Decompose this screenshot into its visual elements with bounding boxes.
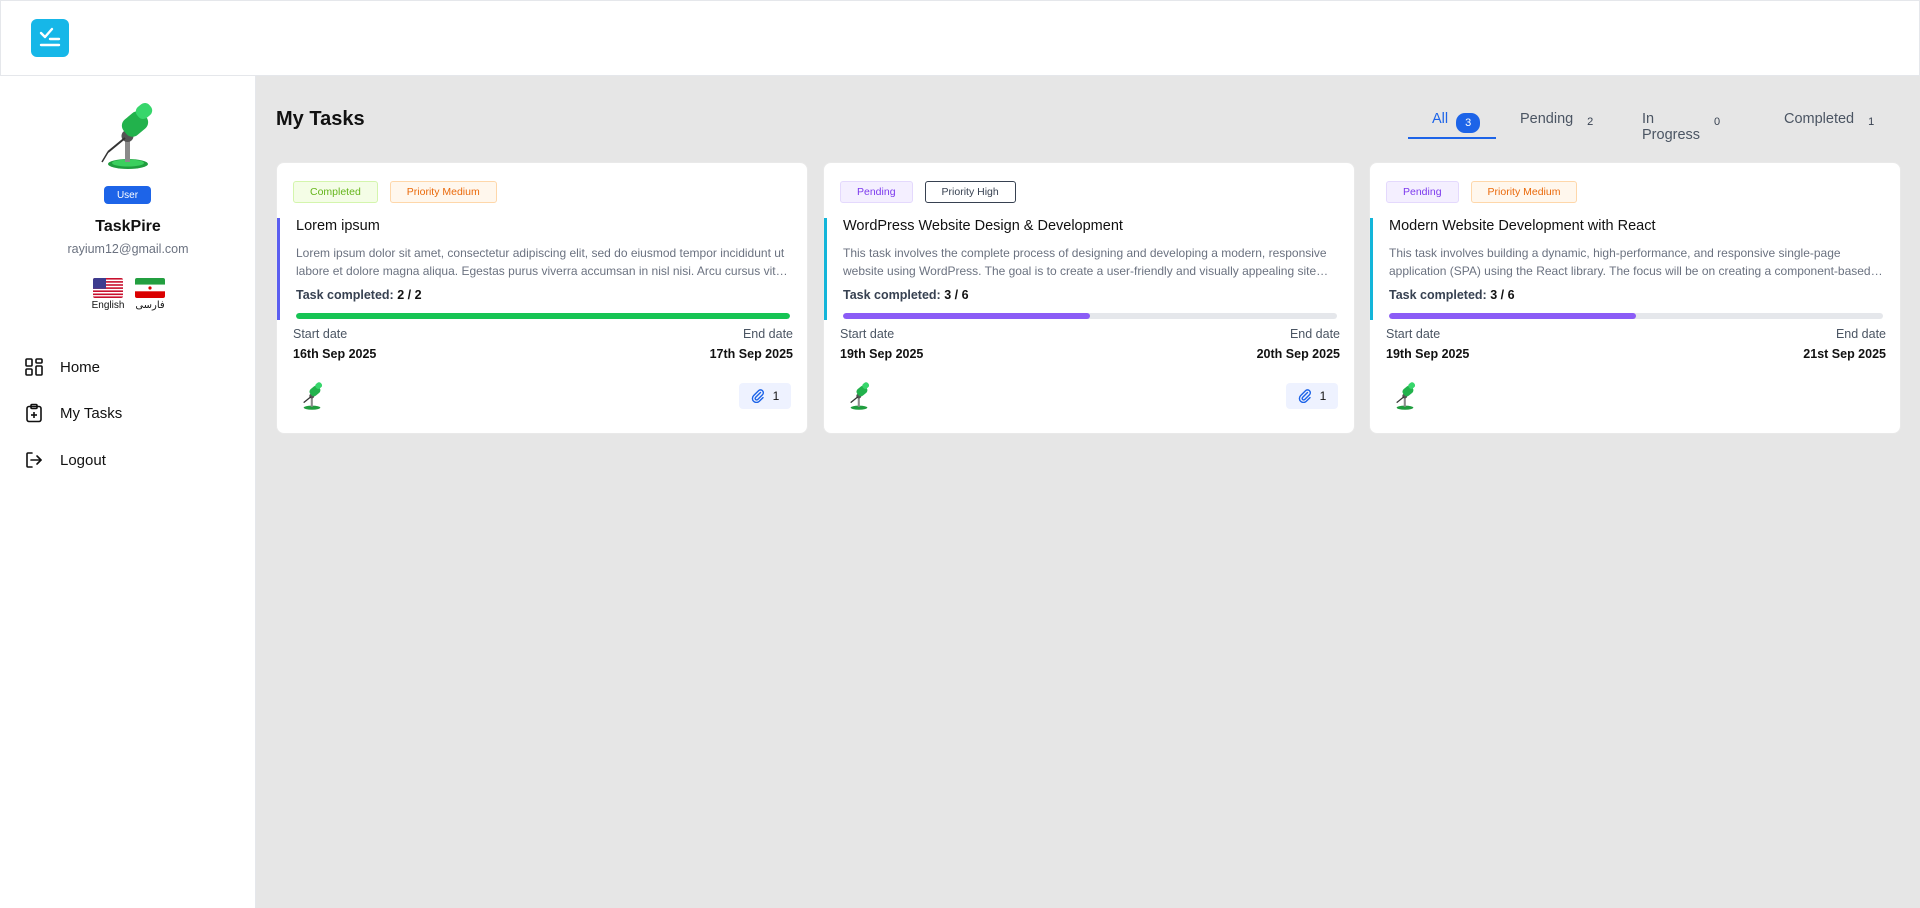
role-badge: User <box>104 186 151 204</box>
start-date-label: Start date <box>840 327 895 341</box>
attachment-count: 1 <box>772 389 780 403</box>
status-badge: Pending <box>840 181 913 203</box>
assignee-avatar[interactable] <box>844 381 874 411</box>
assignee-avatar[interactable] <box>1390 381 1420 411</box>
tab-count: 2 <box>1587 116 1594 128</box>
end-date: 17th Sep 2025 <box>709 347 793 361</box>
user-name: TaskPire <box>95 218 161 235</box>
end-date-label: End date <box>742 327 793 341</box>
priority-badge: Priority Medium <box>389 181 497 203</box>
tab-completed[interactable]: Completed 1 <box>1784 104 1880 140</box>
sidebar-item-label: Logout <box>60 451 106 469</box>
top-bar <box>0 0 1920 76</box>
language-english[interactable]: English <box>90 278 126 311</box>
language-farsi[interactable]: فارسی <box>132 278 168 311</box>
iran-flag-icon <box>135 278 165 298</box>
task-progress-label: Task completed: <box>296 288 394 302</box>
tab-label: All <box>1432 111 1449 127</box>
task-progress-value: 3 / 6 <box>944 288 969 302</box>
task-description-text: Lorem ipsum dolor sit amet, consectetur … <box>296 246 789 278</box>
language-label: English <box>91 300 125 311</box>
assignee-avatar[interactable] <box>297 381 327 411</box>
attachment-count: 1 <box>1319 389 1327 403</box>
sidebar-item-label: My Tasks <box>60 404 123 422</box>
task-progress-value: 3 / 6 <box>1490 288 1515 302</box>
attachment-button[interactable]: 1 <box>739 383 791 409</box>
tab-label: In Progress <box>1642 111 1701 143</box>
task-progress-value: 2 / 2 <box>397 288 422 302</box>
sidebar: User TaskPire rayium12@gmail.com English <box>0 76 256 908</box>
card-accent-bar <box>277 218 280 320</box>
task-progress-text: Task completed: 3 / 6 <box>843 288 969 302</box>
us-flag-icon <box>93 278 123 298</box>
progress-fill <box>296 313 790 319</box>
dashboard-icon <box>24 357 44 377</box>
tab-label: Completed <box>1784 111 1855 127</box>
task-card[interactable]: Pending Priority Medium Modern Website D… <box>1369 162 1901 434</box>
end-date-label: End date <box>1289 327 1340 341</box>
start-date: 16th Sep 2025 <box>293 347 377 361</box>
progress-fill <box>843 313 1090 319</box>
task-description: This task involves building a dynamic, h… <box>1389 244 1885 280</box>
start-date-label: Start date <box>293 327 348 341</box>
priority-badge: Priority Medium <box>1470 181 1578 203</box>
progress-bar <box>843 313 1337 319</box>
task-title[interactable]: WordPress Website Design & Development <box>843 218 1123 234</box>
tab-count: 0 <box>1713 116 1721 128</box>
task-description: Lorem ipsum dolor sit amet, consectetur … <box>296 244 792 280</box>
progress-bar <box>1389 313 1883 319</box>
language-switcher: English فارسی <box>90 278 170 314</box>
tab-all[interactable]: All 3 <box>1432 104 1481 140</box>
end-date-label: End date <box>1835 327 1886 341</box>
task-title[interactable]: Lorem ipsum <box>296 218 380 234</box>
paperclip-icon <box>1298 389 1311 403</box>
task-progress-text: Task completed: 3 / 6 <box>1389 288 1515 302</box>
progress-fill <box>1389 313 1636 319</box>
task-description: This task involves the complete process … <box>843 244 1339 280</box>
progress-bar <box>296 313 790 319</box>
paperclip-icon <box>751 389 764 403</box>
language-label: فارسی <box>135 300 165 311</box>
page-title: My Tasks <box>276 108 365 130</box>
logout-icon <box>24 450 44 470</box>
task-progress-text: Task completed: 2 / 2 <box>296 288 422 302</box>
end-date: 21st Sep 2025 <box>1803 347 1886 361</box>
sidebar-item-my-tasks[interactable]: My Tasks <box>24 400 122 426</box>
end-date: 20th Sep 2025 <box>1256 347 1340 361</box>
clipboard-plus-icon <box>24 403 44 423</box>
status-badge: Completed <box>293 181 378 203</box>
start-date: 19th Sep 2025 <box>840 347 924 361</box>
task-description-text: This task involves building a dynamic, h… <box>1389 246 1871 278</box>
status-badge: Pending <box>1386 181 1459 203</box>
task-card[interactable]: Pending Priority High WordPress Website … <box>823 162 1355 434</box>
active-tab-indicator <box>1408 137 1496 139</box>
user-email: rayium12@gmail.com <box>67 242 189 256</box>
task-card[interactable]: Completed Priority Medium Lorem ipsum Lo… <box>276 162 808 434</box>
task-progress-label: Task completed: <box>843 288 941 302</box>
avatar[interactable] <box>92 100 164 172</box>
tab-pending[interactable]: Pending 2 <box>1520 104 1599 140</box>
sidebar-item-label: Home <box>60 358 101 376</box>
card-accent-bar <box>824 218 827 320</box>
start-date: 19th Sep 2025 <box>1386 347 1470 361</box>
attachment-button[interactable]: 1 <box>1286 383 1338 409</box>
task-title[interactable]: Modern Website Development with React <box>1389 218 1656 234</box>
sidebar-item-logout[interactable]: Logout <box>24 447 106 473</box>
tab-in-progress[interactable]: In Progress 0 <box>1642 104 1726 143</box>
start-date-label: Start date <box>1386 327 1441 341</box>
checklist-icon[interactable] <box>31 19 69 57</box>
task-description-text: This task involves the complete process … <box>843 246 1327 278</box>
priority-badge: Priority High <box>924 181 1016 203</box>
card-accent-bar <box>1370 218 1373 320</box>
tab-count: 3 <box>1456 113 1481 133</box>
sidebar-item-home[interactable]: Home <box>24 354 100 380</box>
tab-label: Pending <box>1520 111 1574 127</box>
task-progress-label: Task completed: <box>1389 288 1487 302</box>
tab-count: 1 <box>1868 116 1875 128</box>
